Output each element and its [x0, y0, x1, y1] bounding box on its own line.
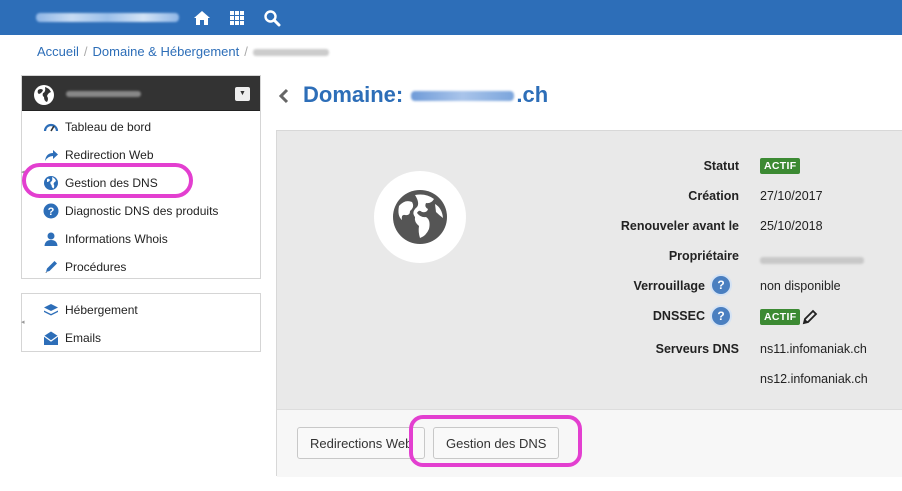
top-navigation-bar: [0, 0, 902, 35]
dnssec-help-icon[interactable]: ?: [710, 305, 732, 327]
sidebar-item-procedures[interactable]: Procédures: [22, 253, 260, 281]
sidebar-item-label: Procédures: [65, 260, 127, 274]
gestion-dns-button[interactable]: Gestion des DNS: [433, 427, 560, 459]
label-verrouillage: Verrouillage: [633, 279, 705, 293]
label-dnssec: DNSSEC: [652, 309, 705, 323]
sidebar-item-diagnostic-dns[interactable]: ? Diagnostic DNS des produits: [22, 197, 260, 225]
selected-domain-name: [66, 91, 141, 97]
chevron-down-icon[interactable]: ▼: [235, 87, 250, 101]
domain-name-redacted: [411, 91, 515, 102]
sidebar-item-label: Tableau de bord: [65, 120, 152, 134]
search-icon[interactable]: [263, 9, 281, 27]
sidebar-item-tableau-de-bord[interactable]: Tableau de bord: [22, 113, 260, 141]
globe-icon: [374, 171, 466, 263]
products-sidebar-menu: Hébergement Emails: [21, 293, 261, 352]
domain-sidebar-menu: ▼ Tableau de bord Redirection Web Gestio…: [21, 75, 261, 279]
dashboard-icon: [42, 119, 60, 135]
globe-icon: [42, 175, 60, 191]
sidebar-item-gestion-dns[interactable]: Gestion des DNS: [22, 169, 260, 197]
page-title: Domaine: .ch: [303, 82, 549, 107]
owner-redacted: [760, 257, 864, 265]
domain-selector[interactable]: ▼: [22, 76, 260, 111]
verrouillage-help-icon[interactable]: ?: [710, 274, 732, 296]
sidebar-item-label: Redirection Web: [65, 148, 154, 162]
mail-icon: [42, 330, 60, 346]
collapse-handle[interactable]: ◂: [21, 318, 27, 326]
label-proprietaire: Propriétaire: [668, 249, 739, 263]
back-chevron-icon[interactable]: [277, 87, 291, 105]
user-icon: [42, 231, 60, 247]
label-serveurs-dns: Serveurs DNS: [655, 342, 739, 356]
sidebar-item-redirection-web[interactable]: Redirection Web: [22, 141, 260, 169]
status-badge: ACTIF: [760, 158, 801, 174]
redirections-web-button[interactable]: Redirections Web: [297, 427, 426, 459]
breadcrumb-current-domain: [252, 49, 329, 57]
breadcrumb-domain-hosting[interactable]: Domaine & Hébergement: [93, 44, 240, 59]
edit-pencil-icon[interactable]: [802, 309, 818, 325]
collapse-handle[interactable]: ◂: [21, 168, 27, 176]
label-creation: Création: [688, 189, 739, 203]
sidebar-item-label: Emails: [65, 331, 102, 345]
sidebar-item-hebergement[interactable]: Hébergement: [22, 296, 260, 324]
breadcrumb-home[interactable]: Accueil: [37, 44, 79, 59]
breadcrumb: Accueil / Domaine & Hébergement /: [37, 44, 329, 59]
dns-server-1: ns11.infomaniak.ch: [760, 342, 867, 356]
brand-logo[interactable]: [36, 13, 179, 22]
sidebar-item-emails[interactable]: Emails: [22, 324, 260, 352]
grid-icon[interactable]: [228, 9, 246, 27]
sidebar-item-informations-whois[interactable]: Informations Whois: [22, 225, 260, 253]
creation-date: 27/10/2017: [760, 189, 823, 203]
sidebar-item-label: Diagnostic DNS des produits: [65, 204, 219, 218]
dnssec-status-badge: ACTIF: [760, 309, 801, 326]
sidebar-item-label: Gestion des DNS: [65, 176, 158, 190]
sidebar-item-label: Hébergement: [65, 303, 138, 317]
home-icon[interactable]: [193, 9, 211, 27]
label-statut: Statut: [703, 159, 739, 173]
pencil-icon: [42, 259, 60, 275]
svg-text:?: ?: [48, 206, 55, 218]
help-icon: ?: [42, 203, 60, 219]
dns-server-2: ns12.infomaniak.ch: [760, 372, 868, 386]
redirect-icon: [42, 147, 60, 163]
stack-icon: [42, 302, 60, 318]
verrouillage-value: non disponible: [760, 279, 841, 293]
renewal-date: 25/10/2018: [760, 219, 823, 233]
sidebar-item-label: Informations Whois: [65, 232, 168, 246]
label-renouveler: Renouveler avant le: [620, 219, 739, 233]
globe-icon: [34, 85, 54, 105]
domain-details-panel: Statut Création Renouveler avant le Prop…: [276, 130, 902, 477]
